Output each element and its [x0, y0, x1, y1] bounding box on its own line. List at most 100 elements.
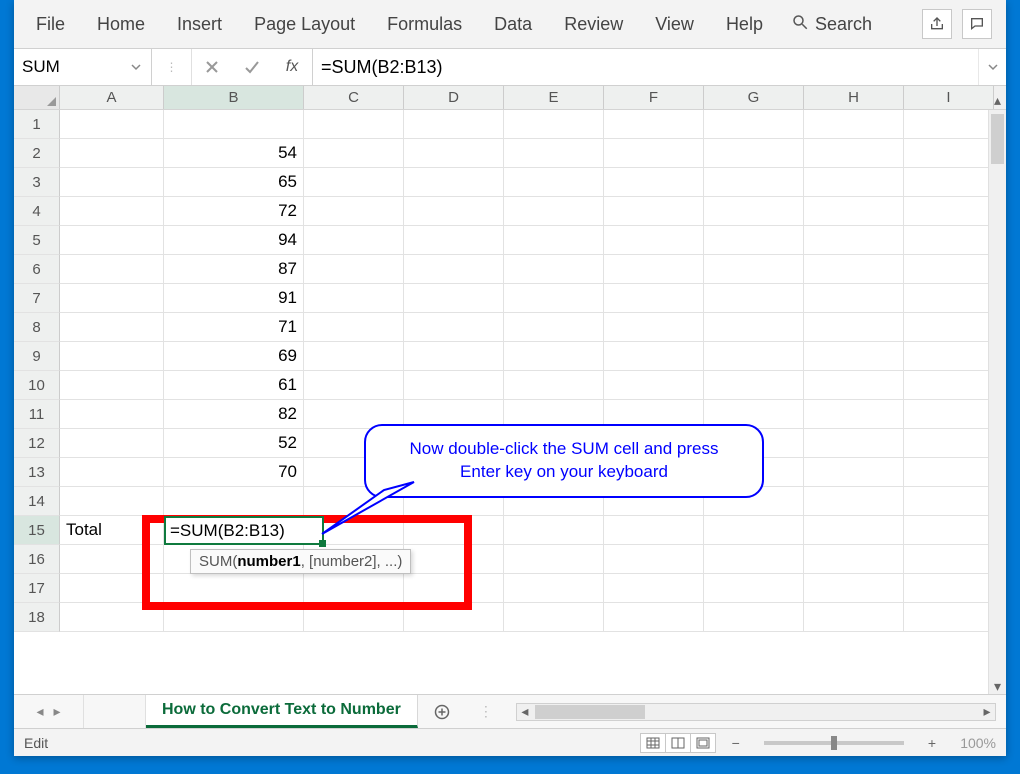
column-header-F[interactable]: F — [604, 86, 704, 109]
cell-I18[interactable] — [904, 603, 994, 632]
column-header-B[interactable]: B — [164, 86, 304, 109]
cell-F3[interactable] — [604, 168, 704, 197]
cell-G7[interactable] — [704, 284, 804, 313]
cell-I9[interactable] — [904, 342, 994, 371]
cell-F17[interactable] — [604, 574, 704, 603]
cell-C9[interactable] — [304, 342, 404, 371]
cell-H7[interactable] — [804, 284, 904, 313]
cell-D4[interactable] — [404, 197, 504, 226]
vertical-scroll-thumb[interactable] — [991, 114, 1004, 164]
cell-G18[interactable] — [704, 603, 804, 632]
sheet-nav-buttons[interactable]: ◂ ▸ — [14, 695, 84, 728]
cell-A18[interactable] — [60, 603, 164, 632]
row-header-12[interactable]: 12 — [14, 429, 60, 458]
cell-I13[interactable] — [904, 458, 994, 487]
cell-H17[interactable] — [804, 574, 904, 603]
cell-G15[interactable] — [704, 516, 804, 545]
cell-F18[interactable] — [604, 603, 704, 632]
formula-bar-expand-button[interactable] — [978, 49, 1006, 85]
vertical-scrollbar[interactable]: ▴ ▾ — [988, 110, 1006, 694]
cell-E5[interactable] — [504, 226, 604, 255]
cell-B7[interactable]: 91 — [164, 284, 304, 313]
row-header-8[interactable]: 8 — [14, 313, 60, 342]
cell-H18[interactable] — [804, 603, 904, 632]
cell-A17[interactable] — [60, 574, 164, 603]
cell-F16[interactable] — [604, 545, 704, 574]
cell-H1[interactable] — [804, 110, 904, 139]
row-header-10[interactable]: 10 — [14, 371, 60, 400]
cell-B10[interactable]: 61 — [164, 371, 304, 400]
cell-G9[interactable] — [704, 342, 804, 371]
cell-G3[interactable] — [704, 168, 804, 197]
ribbon-tab-file[interactable]: File — [22, 6, 79, 43]
column-header-H[interactable]: H — [804, 86, 904, 109]
cell-A2[interactable] — [60, 139, 164, 168]
row-header-15[interactable]: 15 — [14, 516, 60, 545]
cell-I4[interactable] — [904, 197, 994, 226]
cell-D16[interactable] — [404, 545, 504, 574]
cell-I10[interactable] — [904, 371, 994, 400]
cell-B1[interactable] — [164, 110, 304, 139]
cancel-formula-button[interactable] — [192, 49, 232, 85]
cell-B13[interactable]: 70 — [164, 458, 304, 487]
sheet-next-icon[interactable]: ▸ — [54, 703, 61, 720]
cell-I11[interactable] — [904, 400, 994, 429]
formula-bar-grip[interactable]: ⋮ — [152, 49, 192, 85]
cell-E8[interactable] — [504, 313, 604, 342]
name-box[interactable]: SUM — [14, 49, 152, 85]
cell-H13[interactable] — [804, 458, 904, 487]
cell-I14[interactable] — [904, 487, 994, 516]
row-header-1[interactable]: 1 — [14, 110, 60, 139]
cell-A9[interactable] — [60, 342, 164, 371]
row-header-7[interactable]: 7 — [14, 284, 60, 313]
name-box-dropdown-icon[interactable] — [127, 58, 145, 76]
cell-D1[interactable] — [404, 110, 504, 139]
cell-E17[interactable] — [504, 574, 604, 603]
cell-E9[interactable] — [504, 342, 604, 371]
cell-E6[interactable] — [504, 255, 604, 284]
cell-B11[interactable]: 82 — [164, 400, 304, 429]
cell-G6[interactable] — [704, 255, 804, 284]
cell-D8[interactable] — [404, 313, 504, 342]
cell-F15[interactable] — [604, 516, 704, 545]
column-header-I[interactable]: I — [904, 86, 994, 109]
cell-C5[interactable] — [304, 226, 404, 255]
cell-I6[interactable] — [904, 255, 994, 284]
cell-B14[interactable] — [164, 487, 304, 516]
cell-D2[interactable] — [404, 139, 504, 168]
cell-A5[interactable] — [60, 226, 164, 255]
editing-cell-B15[interactable]: =SUM(B2:B13) — [164, 516, 324, 545]
formula-bar-input[interactable]: =SUM(B2:B13) — [312, 49, 978, 85]
cell-F6[interactable] — [604, 255, 704, 284]
ribbon-tab-help[interactable]: Help — [712, 6, 777, 43]
column-header-A[interactable]: A — [60, 86, 164, 109]
cell-A10[interactable] — [60, 371, 164, 400]
cell-D7[interactable] — [404, 284, 504, 313]
cell-E1[interactable] — [504, 110, 604, 139]
select-all-corner[interactable] — [14, 86, 60, 109]
ribbon-tab-home[interactable]: Home — [83, 6, 159, 43]
cell-H15[interactable] — [804, 516, 904, 545]
row-header-6[interactable]: 6 — [14, 255, 60, 284]
cell-H6[interactable] — [804, 255, 904, 284]
row-header-11[interactable]: 11 — [14, 400, 60, 429]
cell-F9[interactable] — [604, 342, 704, 371]
insert-function-button[interactable]: fx — [272, 49, 312, 85]
cell-A6[interactable] — [60, 255, 164, 284]
cell-H2[interactable] — [804, 139, 904, 168]
cell-E2[interactable] — [504, 139, 604, 168]
sheet-prev-icon[interactable]: ◂ — [36, 703, 43, 720]
cell-I5[interactable] — [904, 226, 994, 255]
cell-A14[interactable] — [60, 487, 164, 516]
cell-G17[interactable] — [704, 574, 804, 603]
cell-E4[interactable] — [504, 197, 604, 226]
cell-A4[interactable] — [60, 197, 164, 226]
row-header-18[interactable]: 18 — [14, 603, 60, 632]
row-header-14[interactable]: 14 — [14, 487, 60, 516]
cell-H4[interactable] — [804, 197, 904, 226]
ribbon-tab-data[interactable]: Data — [480, 6, 546, 43]
cell-B18[interactable] — [164, 603, 304, 632]
cell-D17[interactable] — [404, 574, 504, 603]
zoom-in-button[interactable]: + — [924, 735, 940, 751]
hscroll-left-arrow[interactable]: ◂ — [517, 704, 533, 720]
